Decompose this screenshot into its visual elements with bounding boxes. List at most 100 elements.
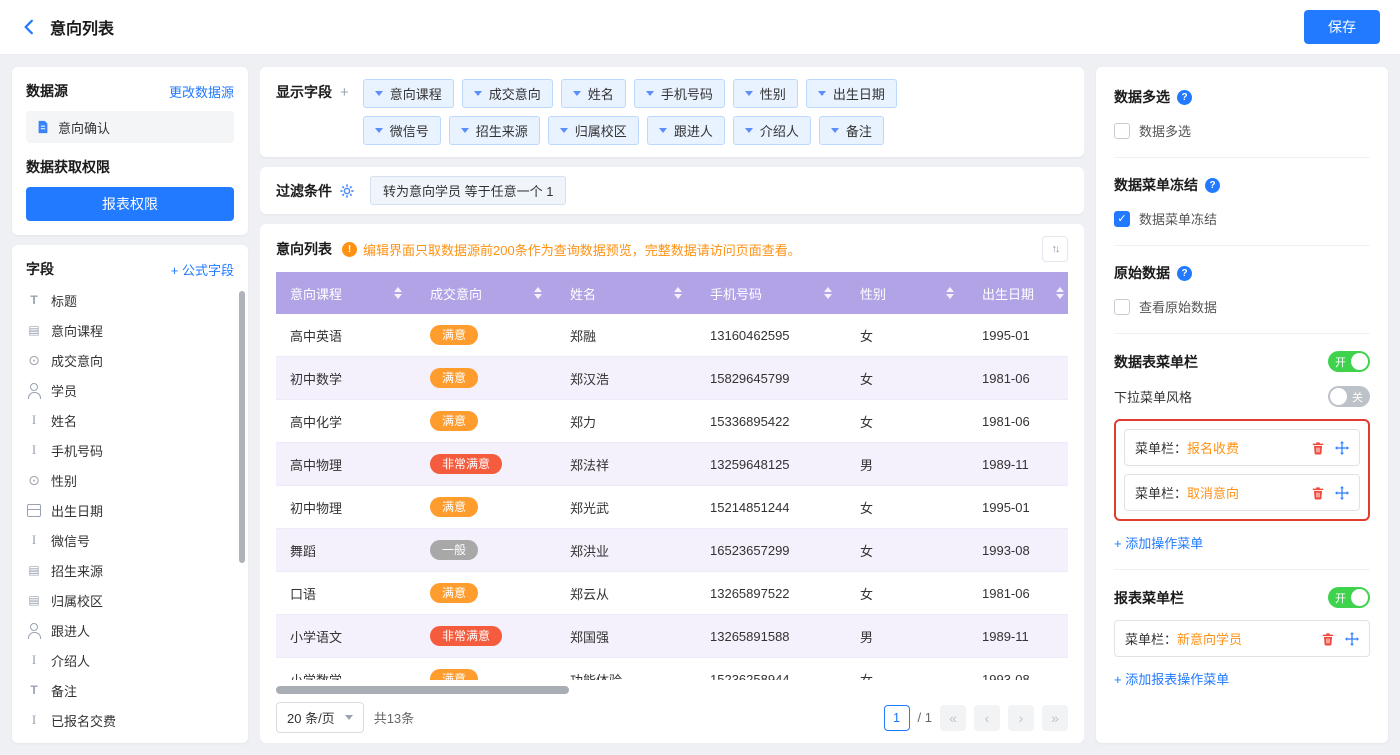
- table-row[interactable]: 高中英语 满意 郑融 13160462595 女 1995-01: [276, 314, 1068, 357]
- checkbox-unchecked[interactable]: [1114, 122, 1130, 139]
- table-column-header[interactable]: 成交意向: [416, 272, 556, 314]
- next-page-button[interactable]: [1008, 704, 1034, 731]
- display-field-chip[interactable]: 成交意向: [461, 79, 553, 108]
- column-sort-icon[interactable]: [534, 287, 542, 299]
- field-item[interactable]: 备注: [26, 675, 234, 705]
- last-page-button[interactable]: [1042, 704, 1068, 731]
- formula-field-link[interactable]: + 公式字段: [171, 260, 234, 279]
- menu-bar-item[interactable]: 菜单栏： 报名收费: [1124, 429, 1360, 466]
- gear-icon[interactable]: [340, 183, 354, 198]
- column-sort-icon[interactable]: [1056, 287, 1064, 299]
- help-icon[interactable]: [1205, 177, 1220, 193]
- help-icon[interactable]: [1177, 89, 1192, 105]
- table-sort-order-button[interactable]: [1042, 236, 1068, 262]
- table-column-header[interactable]: 性别: [846, 272, 968, 314]
- move-icon[interactable]: [1335, 485, 1349, 500]
- field-item[interactable]: 微信号: [26, 525, 234, 555]
- chip-label: 跟进人: [673, 124, 713, 139]
- save-button[interactable]: 保存: [1304, 10, 1380, 44]
- first-page-button[interactable]: [940, 704, 966, 731]
- menu-item-value[interactable]: 取消意向: [1187, 483, 1239, 502]
- field-item[interactable]: 姓名: [26, 405, 234, 435]
- checkbox-unchecked[interactable]: [1114, 298, 1130, 315]
- add-operation-menu-link[interactable]: + 添加操作菜单: [1114, 533, 1203, 552]
- fields-scrollbar[interactable]: [239, 291, 245, 563]
- field-item[interactable]: 手机号码: [26, 435, 234, 465]
- column-sort-icon[interactable]: [674, 287, 682, 299]
- datasource-item[interactable]: 意向确认: [26, 111, 234, 143]
- column-sort-icon[interactable]: [824, 287, 832, 299]
- multi-select-checkbox-row[interactable]: 数据多选: [1114, 121, 1370, 140]
- dropdown-style-toggle[interactable]: 关: [1328, 386, 1370, 407]
- field-item[interactable]: 成交意向: [26, 345, 234, 375]
- table-row[interactable]: 初中物理 满意 郑光武 15214851244 女 1995-01: [276, 486, 1068, 529]
- field-item[interactable]: 归属校区: [26, 585, 234, 615]
- report-menu-toggle[interactable]: 开: [1328, 587, 1370, 608]
- table-row[interactable]: 初中数学 满意 郑汉浩 15829645799 女 1981-06: [276, 357, 1068, 400]
- table-row[interactable]: 高中物理 非常满意 郑法祥 13259648125 男 1989-11: [276, 443, 1068, 486]
- display-field-chip[interactable]: 姓名: [560, 79, 626, 108]
- add-display-field-button[interactable]: +: [340, 85, 349, 100]
- field-item[interactable]: 标题: [26, 285, 234, 315]
- field-item[interactable]: 介绍人: [26, 645, 234, 675]
- table-menu-toggle[interactable]: 开: [1328, 351, 1370, 372]
- move-icon[interactable]: [1335, 440, 1349, 455]
- delete-icon[interactable]: [1311, 441, 1325, 455]
- table-column-header[interactable]: 手机号码: [696, 272, 846, 314]
- display-field-chip[interactable]: 性别: [732, 79, 798, 108]
- display-field-chip[interactable]: 手机号码: [633, 79, 725, 108]
- field-item[interactable]: 学员: [26, 375, 234, 405]
- delete-icon[interactable]: [1321, 632, 1335, 646]
- display-field-chip[interactable]: 介绍人: [732, 116, 811, 145]
- table-wrapper: 意向课程 成交意向 姓名 手机号码 性别 出生日期 高中英语 满意 郑融 131…: [276, 272, 1068, 680]
- column-sort-icon[interactable]: [946, 287, 954, 299]
- display-field-chip[interactable]: 微信号: [362, 116, 441, 145]
- display-field-chip[interactable]: 跟进人: [646, 116, 725, 145]
- menu-bar-item[interactable]: 菜单栏： 取消意向: [1124, 474, 1360, 511]
- column-sort-icon[interactable]: [394, 287, 402, 299]
- change-datasource-link[interactable]: 更改数据源: [169, 82, 234, 101]
- delete-icon[interactable]: [1311, 486, 1325, 500]
- menu-item-value[interactable]: 报名收费: [1187, 438, 1239, 457]
- table-column-header[interactable]: 姓名: [556, 272, 696, 314]
- table-column-header[interactable]: 意向课程: [276, 272, 416, 314]
- field-item[interactable]: 性别: [26, 465, 234, 495]
- raw-data-checkbox-row[interactable]: 查看原始数据: [1114, 297, 1370, 316]
- page-size-select[interactable]: 20 条/页: [276, 702, 364, 733]
- current-page-input[interactable]: 1: [883, 704, 910, 731]
- move-icon[interactable]: [1345, 631, 1359, 646]
- display-field-chip[interactable]: 意向课程: [362, 79, 454, 108]
- display-field-chip[interactable]: 招生来源: [448, 116, 540, 145]
- table-row[interactable]: 舞蹈 一般 郑洪业 16523657299 女 1993-08: [276, 529, 1068, 572]
- table-horizontal-scrollbar[interactable]: [276, 686, 1068, 694]
- table-row[interactable]: 口语 满意 郑云从 13265897522 女 1981-06: [276, 572, 1068, 615]
- menu-freeze-checkbox-row[interactable]: 数据菜单冻结: [1114, 209, 1370, 228]
- chevron-down-icon: [658, 128, 667, 133]
- field-item[interactable]: 招生来源: [26, 555, 234, 585]
- field-item[interactable]: 意向课程: [26, 315, 234, 345]
- add-report-menu-link[interactable]: + 添加报表操作菜单: [1114, 669, 1229, 688]
- checkbox-checked[interactable]: [1114, 210, 1130, 227]
- display-field-chip[interactable]: 备注: [818, 116, 884, 145]
- menu-bar-item[interactable]: 菜单栏： 新意向学员: [1114, 620, 1370, 657]
- field-item[interactable]: 已报名交费: [26, 705, 234, 735]
- report-permission-button[interactable]: 报表权限: [26, 187, 234, 221]
- display-field-chip[interactable]: 出生日期: [805, 79, 897, 108]
- display-field-chip[interactable]: 归属校区: [547, 116, 639, 145]
- table-row[interactable]: 小学数学 满意 功能体验 15236258944 女 1993-08: [276, 658, 1068, 680]
- scrollbar-thumb[interactable]: [276, 686, 570, 694]
- field-label: 意向课程: [51, 323, 104, 339]
- prev-page-button[interactable]: [974, 704, 1000, 731]
- menu-item-value[interactable]: 新意向学员: [1177, 629, 1242, 648]
- field-item[interactable]: 跟进人: [26, 615, 234, 645]
- table-column-header[interactable]: 出生日期: [968, 272, 1068, 314]
- back-button[interactable]: [20, 18, 38, 36]
- main-panel: 显示字段 + 意向课程 成交意向 姓名 手机号码 性别 出生日期 微信号 招生来…: [260, 67, 1084, 743]
- field-item[interactable]: 出生日期: [26, 495, 234, 525]
- divider: [1114, 157, 1370, 158]
- table-row[interactable]: 小学语文 非常满意 郑国强 13265891588 男 1989-11: [276, 615, 1068, 658]
- table-row[interactable]: 高中化学 满意 郑力 15336895422 女 1981-06: [276, 400, 1068, 443]
- chevron-down-icon: [460, 128, 469, 133]
- help-icon[interactable]: [1177, 265, 1192, 281]
- filter-condition-chip[interactable]: 转为意向学员 等于任意一个 1: [370, 176, 567, 205]
